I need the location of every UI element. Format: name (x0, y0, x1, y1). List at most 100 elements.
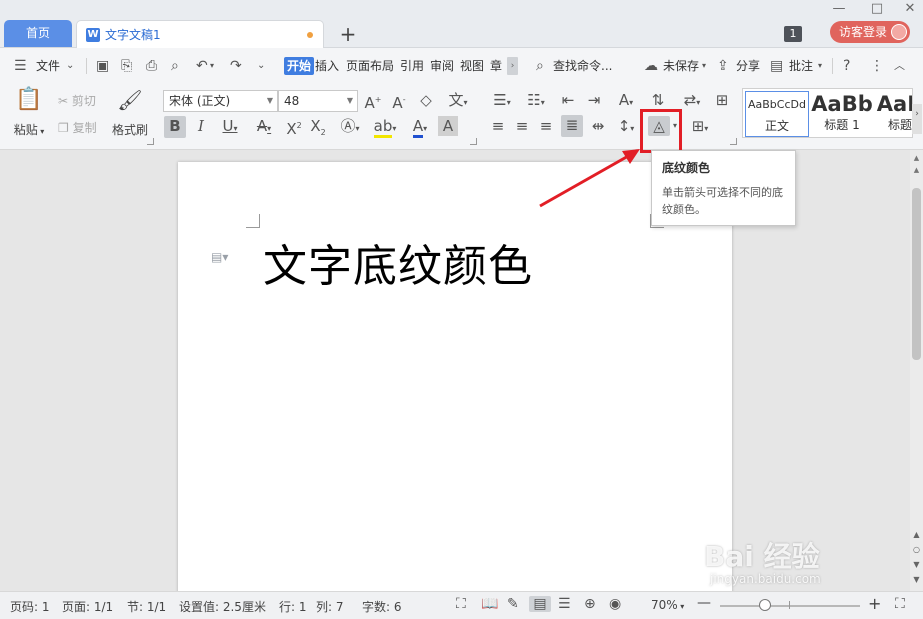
scrollbar-thumb[interactable] (912, 188, 921, 360)
style-heading[interactable]: AaB 标题 (875, 91, 912, 137)
save-icon[interactable]: ▣ (96, 57, 109, 75)
grow-font-icon[interactable]: A+ (364, 90, 382, 113)
shrink-font-icon[interactable]: A- (390, 90, 408, 113)
clipboard-launcher-icon[interactable] (147, 138, 154, 145)
comment-button[interactable]: 批注 (789, 57, 813, 75)
cut-button[interactable]: ✂ 剪切 (58, 92, 96, 109)
status-pages[interactable]: 页面: 1/1 (62, 598, 113, 615)
paragraph-launcher-icon[interactable] (730, 138, 737, 145)
chinese-layout-icon[interactable]: A▾ (612, 90, 640, 113)
status-setting[interactable]: 设置值: 2.5厘米 (179, 598, 266, 615)
status-page-number[interactable]: 页码: 1 (10, 598, 50, 615)
tab-page-layout[interactable]: 页面布局 (346, 57, 394, 75)
bullet-list-icon[interactable]: ☰▾ (488, 90, 516, 113)
fullscreen-icon[interactable]: ⛶ (456, 596, 466, 612)
hamburger-menu-icon[interactable]: ☰ (14, 57, 27, 75)
status-section[interactable]: 节: 1/1 (127, 598, 166, 615)
new-tab-button[interactable]: + (338, 20, 358, 48)
undo-icon[interactable]: ↶ (196, 57, 208, 75)
maximize-icon[interactable]: □ (864, 0, 890, 18)
font-color-icon[interactable]: A▾ (406, 116, 434, 139)
command-search[interactable]: 查找命令... (553, 57, 612, 75)
table-layout-icon[interactable]: ⊞ (712, 90, 732, 110)
more-icon[interactable]: ⋮ (870, 57, 884, 75)
zoom-out-icon[interactable]: — (697, 595, 711, 611)
redo-icon[interactable]: ↷ (230, 57, 242, 75)
share-button[interactable]: 分享 (736, 57, 760, 75)
distribute-icon[interactable]: ⇹ (588, 116, 608, 136)
prev-page-icon[interactable]: ▲ (910, 530, 923, 539)
align-right-icon[interactable]: ≡ (536, 116, 556, 136)
italic-icon[interactable]: I (192, 116, 210, 136)
chevron-down-icon[interactable]: ⌄ (66, 57, 74, 75)
export-icon[interactable]: ⎘ (121, 57, 132, 75)
zoom-slider-track[interactable] (720, 605, 860, 607)
fit-page-icon[interactable]: ⛶ (895, 596, 905, 612)
scroll-up-icon[interactable]: ▲ (910, 154, 923, 162)
document-body-text[interactable]: 文字底纹颜色 (263, 230, 533, 294)
zoom-level[interactable]: 70% ▾ (651, 598, 684, 612)
subscript-icon[interactable]: X2 (308, 116, 328, 143)
highlight-color-icon[interactable]: ab▾ (370, 116, 400, 139)
strikethrough-icon[interactable]: A▾ (250, 116, 278, 139)
increase-indent-icon[interactable]: ⇥ (584, 90, 604, 110)
zoom-slider-knob[interactable] (759, 599, 771, 611)
document-page[interactable]: ▤▾ 文字底纹颜色 (178, 162, 732, 591)
tab-scroll-right-icon[interactable]: › (507, 57, 518, 75)
pinyin-guide-icon[interactable]: 文▾ (444, 90, 472, 113)
tab-home[interactable]: 首页 (4, 20, 72, 47)
line-spacing-icon[interactable]: ↕▾ (612, 116, 640, 139)
text-effect-icon[interactable]: Ⓐ▾ (336, 116, 364, 139)
unsaved-status[interactable]: 未保存 (663, 57, 699, 75)
collapse-ribbon-icon[interactable]: ︿ (894, 57, 905, 75)
justify-icon[interactable]: ≣ (561, 115, 583, 137)
eye-protection-icon[interactable]: ◉ (609, 596, 621, 612)
status-row[interactable]: 行: 1 (279, 598, 307, 615)
customize-dropdown-icon[interactable]: ⌄ (257, 57, 265, 75)
status-column[interactable]: 列: 7 (316, 598, 344, 615)
undo-dropdown-icon[interactable]: ▾ (210, 57, 214, 75)
tab-references[interactable]: 引用 (400, 57, 424, 75)
window-count-badge[interactable]: 1 (784, 26, 802, 42)
vertical-scrollbar[interactable]: ▲ ▲ ▲ ○ ▼ ▼ (910, 150, 923, 591)
zoom-in-icon[interactable]: + (868, 594, 881, 613)
sort-icon[interactable]: ⇅ (648, 90, 668, 110)
tab-start[interactable]: 开始 (284, 57, 315, 75)
style-normal[interactable]: AaBbCcDd 正文 (745, 91, 809, 137)
font-name-select[interactable]: 宋体 (正文) ▼ (163, 90, 278, 112)
edit-mode-icon[interactable]: ✎ (507, 596, 519, 612)
unsaved-dropdown-icon[interactable]: ▾ (702, 57, 706, 75)
page-view-icon[interactable]: ▤ (529, 596, 551, 612)
tab-insert[interactable]: 插入 (315, 57, 339, 75)
tab-document[interactable]: W 文字文稿1 (76, 20, 324, 48)
print-preview-icon[interactable]: ⌕ (171, 57, 179, 75)
outline-view-icon[interactable]: ☰ (558, 596, 571, 612)
comment-dropdown-icon[interactable]: ▾ (818, 57, 822, 75)
superscript-icon[interactable]: X2 (284, 116, 304, 139)
borders-icon[interactable]: ⊞▾ (686, 116, 714, 139)
show-marks-icon[interactable]: ⇄▾ (678, 90, 706, 113)
help-icon[interactable]: ? (843, 57, 850, 75)
paragraph-handle-icon[interactable]: ▤▾ (211, 250, 228, 264)
copy-button[interactable]: ❐ 复制 (58, 119, 97, 136)
scroll-down-icon[interactable]: ▼ (910, 575, 923, 584)
tab-review[interactable]: 审阅 (430, 57, 454, 75)
paste-button[interactable]: 📋 粘贴 ▾ (12, 88, 46, 140)
status-word-count[interactable]: 字数: 6 (362, 598, 402, 615)
clear-format-icon[interactable]: ◇ (416, 90, 436, 110)
style-heading-1[interactable]: AaBb 标题 1 (811, 91, 873, 137)
styles-scroll-icon[interactable]: › (912, 104, 922, 134)
close-icon[interactable]: ✕ (897, 0, 923, 18)
web-view-icon[interactable]: ⊕ (584, 596, 596, 612)
tab-view[interactable]: 视图 (460, 57, 484, 75)
align-left-icon[interactable]: ≡ (488, 116, 508, 136)
font-launcher-icon[interactable] (470, 138, 477, 145)
visitor-login-button[interactable]: 访客登录 (830, 21, 910, 43)
tab-chapter[interactable]: 章 (490, 57, 502, 75)
char-shading-icon[interactable]: A (438, 116, 458, 136)
select-browse-icon[interactable]: ○ (910, 545, 923, 554)
underline-icon[interactable]: U▾ (216, 116, 244, 139)
decrease-indent-icon[interactable]: ⇤ (558, 90, 578, 110)
bold-icon[interactable]: B (164, 116, 186, 138)
font-size-select[interactable]: 48 ▼ (278, 90, 358, 112)
